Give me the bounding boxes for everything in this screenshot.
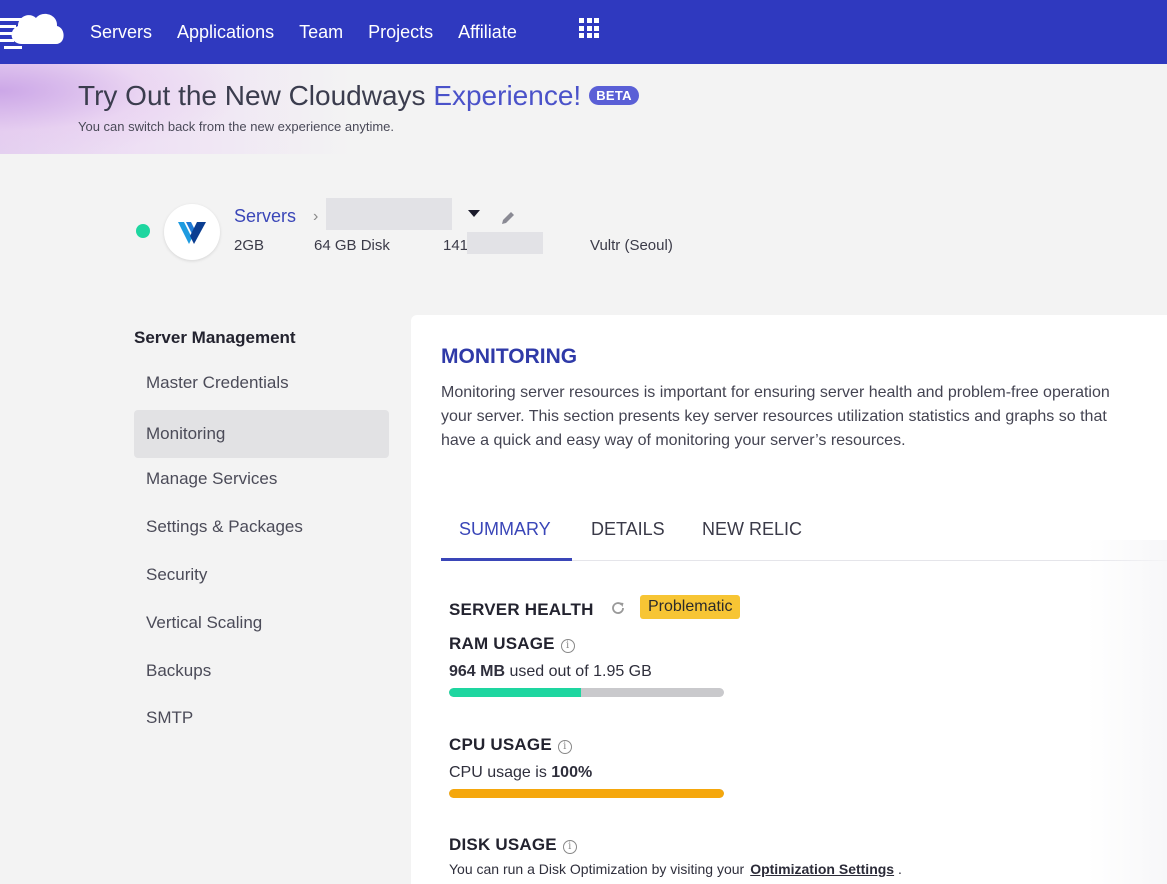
server-disk: 64 GB Disk [314,237,390,254]
sidebar-item-monitoring[interactable]: Monitoring [134,410,389,458]
apps-grid-icon[interactable] [579,18,599,38]
tab-new-relic[interactable]: NEW RELIC [702,519,802,540]
nav-applications[interactable]: Applications [177,22,274,43]
server-status-dot [136,224,150,238]
nav-team[interactable]: Team [299,22,343,43]
banner-subtitle: You can switch back from the new experie… [78,119,395,134]
sidebar-item-security[interactable]: Security [134,551,389,599]
server-ip-redacted [467,232,543,254]
cpu-usage-prefix: CPU usage is [449,764,552,781]
refresh-icon[interactable] [610,600,626,616]
sidebar-item-master-credentials[interactable]: Master Credentials [134,359,389,407]
banner-title-text: Try Out the New Cloudways [78,80,434,111]
ram-usage-bar-fill [449,688,581,697]
page-title: MONITORING [441,345,578,368]
description-line: your server. This section presents key s… [441,408,1107,425]
sidebar-item-backups[interactable]: Backups [134,647,389,695]
nav-servers[interactable]: Servers [90,22,152,43]
nav-projects[interactable]: Projects [368,22,433,43]
ram-usage-title-text: RAM USAGE [449,634,555,653]
optimization-settings-link[interactable]: Optimization Settings [750,861,894,877]
page-description: Monitoring server resources is important… [441,381,1167,453]
ram-usage-bar [449,688,724,697]
monitoring-tabs: SUMMARY DETAILS NEW RELIC [441,505,1167,561]
vultr-icon [178,222,206,244]
server-name-redacted[interactable] [326,198,452,230]
info-icon[interactable]: i [562,840,577,854]
banner-title: Try Out the New Cloudways Experience! BET… [78,80,639,112]
active-tab-indicator [441,558,572,561]
cpu-usage-value: 100% [551,764,593,781]
cloudways-logo-icon[interactable] [0,6,68,50]
ram-used-value: 964 MB [449,663,506,680]
server-dropdown-caret-icon[interactable] [468,210,480,217]
edit-pencil-icon[interactable] [500,210,516,226]
cpu-usage-bar-fill [449,789,724,798]
disk-usage-title-text: DISK USAGE [449,835,557,854]
breadcrumb-servers[interactable]: Servers [234,206,296,227]
cpu-usage-text: CPU usage is 100% [449,764,592,782]
sidebar-item-smtp[interactable]: SMTP [134,694,389,742]
health-status-badge: Problematic [640,595,741,619]
disk-usage-suffix: . [894,861,902,877]
main-nav: Servers Applications Team Projects Affil… [90,0,542,64]
server-ram: 2GB [234,237,265,254]
nav-affiliate[interactable]: Affiliate [458,22,517,43]
info-icon[interactable]: i [560,639,575,653]
ram-total-value: 1.95 GB [593,663,652,680]
breadcrumb-chevron-icon: › [313,208,319,225]
ram-usage-text: 964 MB used out of 1.95 GB [449,663,652,681]
top-navbar: Servers Applications Team Projects Affil… [0,0,1167,64]
tab-summary[interactable]: SUMMARY [459,519,551,540]
disk-usage-message: You can run a Disk Optimization by visit… [449,861,745,877]
cpu-usage-title-text: CPU USAGE [449,735,552,754]
disk-usage-text: You can run a Disk Optimization by visit… [449,861,902,877]
banner-title-accent: Experience! [433,80,582,111]
server-health-title: SERVER HEALTH [449,600,594,619]
vultr-logo [164,204,220,260]
cpu-usage-title: CPU USAGE i [449,735,572,755]
sidebar-item-vertical-scaling[interactable]: Vertical Scaling [134,599,389,647]
description-line: Monitoring server resources is important… [441,384,1110,401]
monitoring-panel: MONITORING Monitoring server resources i… [411,315,1167,884]
ram-usage-title: RAM USAGE i [449,634,575,654]
beta-badge: BETA [589,86,639,105]
sidebar-item-manage-services[interactable]: Manage Services [134,455,389,503]
disk-usage-title: DISK USAGE i [449,835,577,855]
sidebar-item-settings-packages[interactable]: Settings & Packages [134,503,389,551]
ram-usage-mid: used out of [505,663,594,680]
new-experience-banner[interactable]: Try Out the New Cloudways Experience! BET… [0,64,1167,154]
info-icon[interactable]: i [557,740,572,754]
sidebar-title: Server Management [134,328,296,347]
description-line: have a quick and easy way of monitoring … [441,432,906,449]
tab-details[interactable]: DETAILS [591,519,665,540]
cpu-usage-bar [449,789,724,798]
server-provider-location: Vultr (Seoul) [590,237,673,254]
